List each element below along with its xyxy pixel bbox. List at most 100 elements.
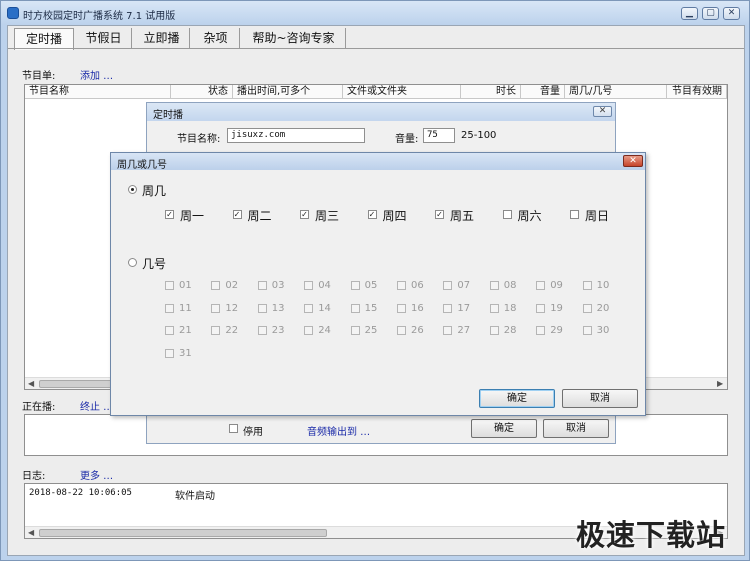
app-icon (7, 7, 19, 19)
weekday-checkbox[interactable] (570, 210, 579, 219)
maximize-button[interactable]: ▢ (702, 7, 719, 20)
date-label: 12 (225, 302, 239, 314)
date-label: 11 (179, 302, 192, 314)
date-checkbox[interactable] (582, 303, 592, 313)
date-checkbox[interactable] (304, 303, 314, 313)
timed-dialog-titlebar[interactable]: 定时播 ✕ (147, 103, 615, 121)
stop-link[interactable]: 终止 … (80, 398, 113, 413)
date-checkbox[interactable] (582, 326, 592, 335)
volume-field[interactable]: 75 (423, 128, 455, 143)
column-header-name[interactable]: 节目名称 (25, 85, 171, 99)
date-checkbox[interactable] (536, 303, 546, 313)
weekday-cancel-button[interactable]: 取消 (562, 389, 638, 408)
weekday-label: 周二 (247, 209, 272, 223)
weekday-label: 周六 (517, 209, 542, 223)
tab-misc[interactable]: 杂项 (192, 28, 240, 49)
column-header-status[interactable]: 状态 (171, 85, 233, 99)
date-checkbox[interactable] (489, 281, 499, 290)
weekday-checkbox[interactable]: ✓ (367, 210, 377, 219)
log-label: 日志: (22, 471, 46, 482)
tab-holiday[interactable]: 节假日 (76, 28, 132, 49)
date-checkbox[interactable] (165, 303, 174, 313)
date-checkbox[interactable] (489, 326, 499, 335)
date-label: 05 (364, 280, 378, 291)
timed-cancel-button[interactable]: 取消 (543, 419, 609, 438)
date-checkbox[interactable] (211, 326, 221, 335)
date-checkbox[interactable] (397, 281, 406, 290)
weekday-checkbox[interactable] (502, 210, 512, 219)
date-label: 29 (550, 325, 563, 336)
volume-label: 音量: (395, 134, 419, 145)
date-checkbox[interactable] (443, 303, 453, 313)
tab-help[interactable]: 帮助~咨询专家 (242, 28, 346, 49)
disable-label: 停用 (243, 427, 263, 438)
timed-ok-button[interactable]: 确定 (471, 419, 537, 438)
column-header-time[interactable]: 播出时间,可多个 (233, 85, 343, 99)
date-checkbox[interactable] (397, 326, 406, 335)
weekday-checkbox[interactable]: ✓ (435, 210, 444, 219)
audio-output-link[interactable]: 音频输出到 … (307, 423, 370, 438)
title-bar[interactable]: 时方校园定时广播系统 7.1 试用版 ▁ ▢ ✕ (1, 1, 749, 25)
date-checkbox[interactable] (350, 303, 360, 313)
column-header-weekday[interactable]: 周几/几号 (565, 85, 667, 99)
add-program-link[interactable]: 添加 … (80, 67, 113, 82)
date-checkbox[interactable] (257, 326, 267, 335)
date-label: 07 (457, 280, 471, 291)
date-label: 09 (550, 280, 563, 291)
weekday-dialog-titlebar[interactable]: 周几或几号 ✕ (111, 153, 645, 171)
date-checkbox[interactable] (304, 281, 314, 290)
column-header-file[interactable]: 文件或文件夹 (343, 85, 461, 99)
weekday-dialog: 周几或几号 ✕ 周几 ✓ 周一 ✓ 周二 ✓ 周三 ✓ 周四 ✓ 周五 周六 周日 几号 01 02 03… (110, 152, 646, 416)
date-checkbox[interactable] (536, 326, 546, 335)
close-button[interactable]: ✕ (723, 7, 740, 20)
date-checkbox[interactable] (165, 281, 174, 290)
date-checkbox[interactable] (397, 303, 406, 313)
date-label: 21 (179, 325, 192, 336)
column-header-volume[interactable]: 音量 (521, 85, 565, 99)
scroll-left-icon[interactable]: ◀ (28, 379, 34, 388)
log-scroll-left-icon[interactable]: ◀ (28, 528, 34, 537)
date-label: 28 (503, 325, 517, 336)
date-option-label: 几号 (142, 257, 167, 271)
date-radio[interactable] (128, 258, 137, 267)
date-checkbox[interactable] (536, 281, 546, 290)
column-header-duration[interactable]: 时长 (461, 85, 521, 99)
date-checkbox[interactable] (211, 303, 221, 313)
tab-timed[interactable]: 定时播 (14, 28, 74, 50)
weekday-radio[interactable] (128, 185, 137, 194)
date-label: 27 (457, 325, 471, 336)
minimize-button[interactable]: ▁ (681, 7, 698, 20)
more-log-link[interactable]: 更多 … (80, 467, 113, 482)
date-checkbox[interactable] (350, 326, 360, 335)
date-checkbox[interactable] (257, 303, 267, 313)
date-checkbox[interactable] (165, 326, 174, 335)
date-checkbox[interactable] (443, 281, 453, 290)
weekday-ok-button[interactable]: 确定 (479, 389, 555, 408)
column-header-validity[interactable]: 节目有效期 (667, 85, 727, 99)
date-label: 24 (318, 325, 331, 336)
weekday-dialog-close-button[interactable]: ✕ (623, 155, 643, 167)
weekday-checkbox[interactable]: ✓ (232, 210, 242, 219)
scroll-right-icon[interactable]: ▶ (717, 379, 723, 388)
date-checkbox[interactable] (443, 326, 453, 335)
watermark: 极速下载站 (576, 518, 727, 552)
program-name-field[interactable]: jisuxz.com (227, 128, 365, 143)
date-checkbox[interactable] (582, 281, 592, 290)
date-checkbox[interactable] (350, 281, 360, 290)
disable-checkbox[interactable] (229, 424, 238, 433)
date-label: 18 (503, 302, 517, 314)
date-checkbox[interactable] (165, 348, 174, 358)
date-label: 16 (411, 302, 424, 314)
date-label: 10 (596, 280, 610, 291)
weekday-option-label: 周几 (142, 184, 167, 198)
date-checkbox[interactable] (257, 281, 267, 290)
weekday-checkbox[interactable]: ✓ (300, 210, 309, 219)
date-label: 15 (364, 302, 378, 314)
date-checkbox[interactable] (304, 326, 314, 335)
date-checkbox[interactable] (489, 303, 499, 313)
log-scroll-thumb[interactable] (39, 529, 327, 537)
weekday-checkbox[interactable]: ✓ (165, 210, 174, 219)
tab-instant[interactable]: 立即播 (134, 28, 190, 49)
timed-dialog-close-button[interactable]: ✕ (593, 106, 612, 117)
date-checkbox[interactable] (211, 281, 221, 290)
